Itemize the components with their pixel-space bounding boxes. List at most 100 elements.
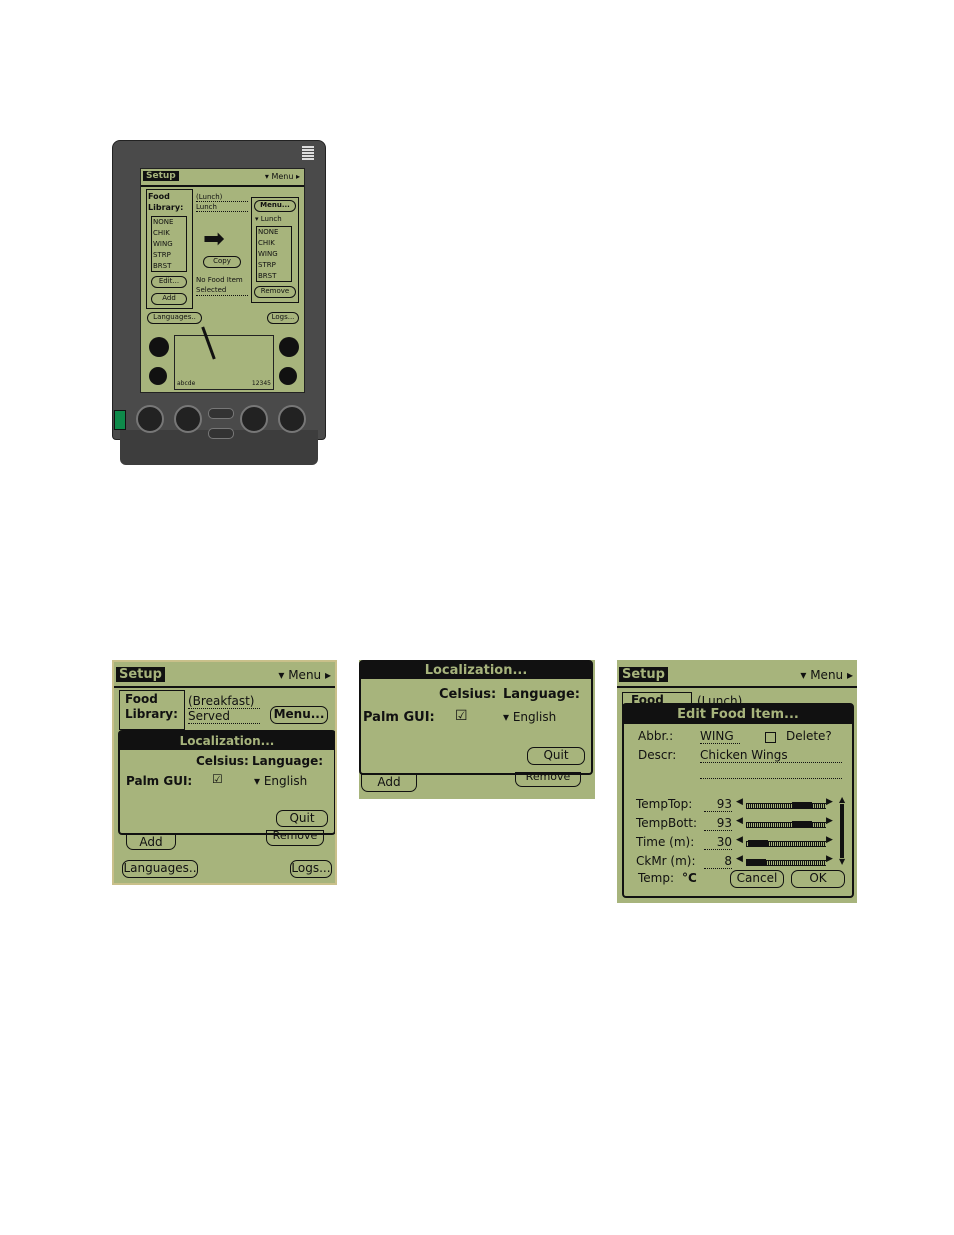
meal-value: Lunch — [196, 203, 248, 212]
meal-header: (Breakfast) — [188, 694, 260, 709]
list-item[interactable]: NONE — [153, 217, 186, 228]
slider-left-arrow-icon[interactable]: ◀ — [736, 816, 743, 826]
meal-dropdown[interactable]: ▾ Lunch — [255, 215, 282, 223]
row-value[interactable]: 30 — [704, 835, 732, 850]
language-dropdown[interactable]: ▾ English — [254, 774, 307, 788]
descr-field[interactable]: Chicken Wings — [700, 748, 842, 763]
tab-setup[interactable]: Setup — [116, 667, 165, 682]
celsius-checkbox[interactable]: ☑ — [212, 772, 223, 786]
add-button[interactable]: Add — [126, 834, 176, 850]
list-item[interactable]: WING — [258, 249, 291, 260]
quit-button[interactable]: Quit — [276, 810, 328, 827]
applications-icon[interactable] — [149, 337, 169, 357]
find-icon[interactable] — [279, 367, 297, 385]
add-button[interactable]: Add — [361, 774, 417, 792]
row-value[interactable]: 93 — [704, 816, 732, 831]
food-library-box: Food Library: — [119, 690, 185, 730]
slider-right-arrow-icon[interactable]: ▶ — [826, 835, 833, 845]
language-dropdown[interactable]: ▾ English — [503, 710, 556, 724]
todo-button[interactable] — [240, 405, 268, 433]
logs-button[interactable]: Logs... — [267, 312, 299, 324]
language-label: Language: — [503, 687, 580, 702]
graffiti-area[interactable]: abcde 12345 — [174, 335, 274, 390]
slider-right-arrow-icon[interactable]: ▶ — [826, 797, 833, 807]
slider-right-arrow-icon[interactable]: ▶ — [826, 816, 833, 826]
value-slider[interactable] — [746, 802, 826, 809]
delete-checkbox[interactable] — [765, 732, 776, 743]
list-item[interactable]: BRST — [258, 271, 291, 282]
palm-gui-label: Palm GUI: — [126, 774, 193, 788]
calculator-icon[interactable] — [279, 337, 299, 357]
menu-label: Menu — [810, 668, 844, 682]
row-value[interactable]: 8 — [704, 854, 732, 869]
menu-label: Menu — [271, 172, 294, 181]
row-label: CkMr (m): — [636, 854, 696, 868]
temp-unit[interactable]: °C — [682, 871, 697, 885]
menu-trigger[interactable]: ▾ Menu ▸ — [265, 172, 300, 181]
scroll-up-button[interactable] — [208, 408, 234, 419]
language-value: English — [263, 774, 308, 788]
localization-dialog: Localization... Celsius: Language: Palm … — [359, 660, 593, 775]
panel-localization-over-setup: Setup ▾ Menu ▸ Food Library: (Breakfast) … — [112, 660, 337, 885]
menu-list[interactable]: NONE CHIK WING STRP BRST — [256, 226, 292, 282]
remove-button[interactable]: Remove — [266, 830, 324, 846]
value-slider[interactable] — [746, 859, 826, 866]
descr-field-line2[interactable] — [700, 765, 842, 779]
meal-dropdown-label: Lunch — [260, 215, 282, 223]
list-item[interactable]: CHIK — [153, 228, 186, 239]
phone-button[interactable] — [174, 405, 202, 433]
meal-value: Served — [188, 709, 260, 724]
abbr-field[interactable]: WING — [700, 729, 740, 744]
menu-trigger[interactable]: ▾ Menu ▸ — [278, 668, 331, 682]
slider-left-arrow-icon[interactable]: ◀ — [736, 835, 743, 845]
slider-right-arrow-icon[interactable]: ▶ — [826, 854, 833, 864]
copy-button[interactable]: Copy — [203, 256, 241, 268]
value-slider[interactable] — [746, 821, 826, 828]
slider-left-arrow-icon[interactable]: ◀ — [736, 854, 743, 864]
menu-icon[interactable] — [149, 367, 167, 385]
languages-button[interactable]: Languages.. — [122, 860, 198, 878]
slider-knob[interactable] — [792, 802, 812, 808]
tab-setup[interactable]: Setup — [143, 171, 179, 181]
scrollbar[interactable]: ▲ ▼ — [839, 796, 845, 866]
edit-button[interactable]: Edit... — [151, 276, 187, 288]
arrow-right-icon: ➡ — [203, 224, 225, 254]
slider-knob[interactable] — [792, 821, 812, 827]
tab-setup[interactable]: Setup — [619, 667, 668, 682]
menu-button[interactable]: Menu... — [270, 706, 328, 724]
list-item[interactable]: WING — [153, 239, 186, 250]
food-list[interactable]: NONE CHIK WING STRP BRST — [151, 216, 187, 272]
date-book-button[interactable] — [136, 405, 164, 433]
edit-food-item-dialog: Edit Food Item... Abbr.: WING Delete? De… — [622, 703, 854, 898]
list-item[interactable]: CHIK — [258, 238, 291, 249]
languages-button[interactable]: Languages.. — [147, 312, 202, 324]
list-item[interactable]: NONE — [258, 227, 291, 238]
palm-gui-label: Palm GUI: — [363, 710, 435, 725]
menu-label: Menu — [288, 668, 322, 682]
value-slider[interactable] — [746, 840, 826, 847]
quit-button[interactable]: Quit — [527, 747, 585, 765]
row-value[interactable]: 93 — [704, 797, 732, 812]
list-item[interactable]: STRP — [258, 260, 291, 271]
slider-knob[interactable] — [746, 859, 766, 865]
add-button[interactable]: Add — [151, 293, 187, 305]
speaker-grille-icon — [302, 146, 314, 160]
panel-localization-dialog: Localization... Celsius: Language: Palm … — [359, 660, 595, 799]
slider-knob[interactable] — [748, 840, 768, 846]
delete-label: Delete? — [786, 729, 832, 743]
remove-button[interactable]: Remove — [254, 286, 296, 298]
menu-button[interactable]: Menu... — [254, 200, 296, 212]
menu-trigger[interactable]: ▾ Menu ▸ — [800, 668, 853, 682]
logs-button[interactable]: Logs... — [290, 860, 332, 878]
celsius-checkbox[interactable]: ☑ — [455, 708, 468, 724]
list-item[interactable]: STRP — [153, 250, 186, 261]
remove-button[interactable]: Remove — [515, 772, 581, 787]
slider-left-arrow-icon[interactable]: ◀ — [736, 797, 743, 807]
memo-button[interactable] — [278, 405, 306, 433]
list-item[interactable]: BRST — [153, 261, 186, 272]
scroll-down-button[interactable] — [208, 428, 234, 439]
food-library-box: Food Library: NONE CHIK WING STRP BRST Edit.… — [146, 189, 193, 309]
ok-button[interactable]: OK — [791, 870, 845, 888]
cancel-button[interactable]: Cancel — [730, 870, 784, 888]
language-value: English — [512, 710, 557, 724]
